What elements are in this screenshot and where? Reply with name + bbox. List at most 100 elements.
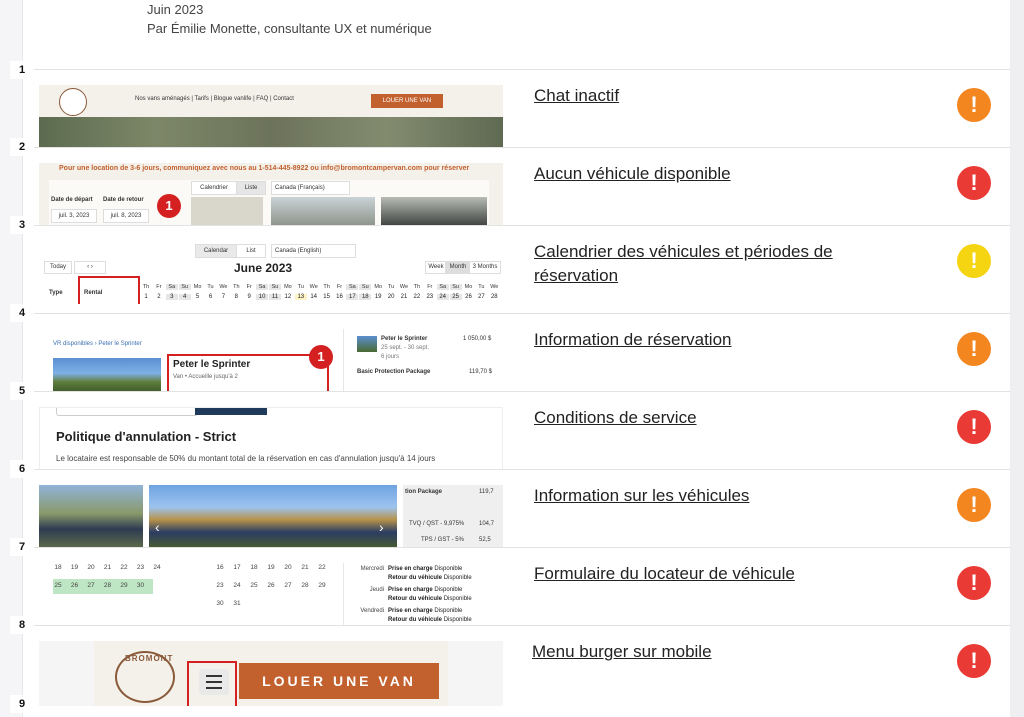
issue-title-link[interactable]: Formulaire du locateur de véhicule bbox=[534, 562, 894, 586]
pickup-status: Prise en charge Disponible bbox=[388, 587, 463, 593]
scrollbar-track[interactable] bbox=[1010, 0, 1024, 717]
step-number: 9 bbox=[10, 695, 34, 713]
screenshot-thumbnail: Calendar List Canada (English) Today ‹ ›… bbox=[39, 241, 503, 304]
step-number: 6 bbox=[10, 460, 34, 478]
issue-title-link[interactable]: Conditions de service bbox=[534, 406, 894, 430]
calendar-day-header: Sa bbox=[256, 284, 269, 290]
error-icon: ! bbox=[957, 410, 991, 444]
mini-calendar: 18 19 20 21 22 23 24 25 26 27 28 29 30 bbox=[51, 563, 181, 603]
calendar-day-header: Tu bbox=[297, 284, 304, 290]
issue-row: Politique d'annulation - Strict Le locat… bbox=[22, 391, 1010, 470]
depart-label: Date de départ bbox=[51, 197, 93, 203]
issue-title-link[interactable]: Chat inactif bbox=[534, 84, 894, 108]
calendar-date: 27 bbox=[87, 582, 95, 589]
calendar-day-header: Fr bbox=[156, 284, 162, 290]
issue-title-link[interactable]: Menu burger sur mobile bbox=[532, 640, 892, 664]
return-label: Date de retour bbox=[103, 197, 144, 203]
issue-title-link[interactable]: Information de réservation bbox=[534, 328, 894, 352]
report-author: Par Émilie Monette, consultante UX et nu… bbox=[147, 21, 432, 36]
logo-icon bbox=[59, 88, 87, 116]
van-photo bbox=[39, 485, 143, 548]
calendar-date: 21 bbox=[103, 564, 112, 571]
step-number: 8 bbox=[10, 616, 34, 634]
prev-next-buttons: ‹ › bbox=[74, 261, 106, 274]
calendar-date: 22 bbox=[318, 564, 326, 571]
calendar-date: 18 bbox=[359, 294, 372, 300]
tps-label: TPS / GST - 5% bbox=[421, 537, 464, 543]
calendar-date: 25 bbox=[449, 294, 462, 300]
package-price: 119,70 $ bbox=[469, 369, 492, 375]
tvq-value: 104,7 bbox=[479, 521, 495, 527]
calendar-date: 19 bbox=[267, 564, 275, 571]
issue-title-link[interactable]: Calendrier des véhicules et périodes de … bbox=[534, 240, 894, 288]
view-3-months: 3 Months bbox=[469, 261, 501, 274]
calendar-date: 27 bbox=[284, 582, 292, 589]
calendar-date: 26 bbox=[267, 582, 275, 589]
van-photo bbox=[191, 197, 263, 226]
calendar-day-header: Mo bbox=[193, 284, 202, 290]
summary-name: Peter le Sprinter bbox=[381, 336, 428, 342]
col-type: Type bbox=[49, 290, 63, 296]
tps-value: 52,5 bbox=[479, 537, 491, 543]
calendar-date: 20 bbox=[387, 294, 395, 300]
calendar-date: 30 bbox=[216, 600, 224, 607]
calendar-date: 22 bbox=[120, 564, 128, 571]
issue-title-link[interactable]: Information sur les véhicules bbox=[534, 484, 894, 508]
calendar-day-header: Tu bbox=[207, 284, 214, 290]
calendar-date: 11 bbox=[269, 294, 281, 300]
calendar-date: 24 bbox=[436, 294, 449, 300]
issue-row: ‹ › tion Package 119,7 TVQ / QST - 9,975… bbox=[22, 469, 1010, 548]
issue-title-link[interactable]: Aucun véhicule disponible bbox=[534, 162, 894, 186]
calendar-date: 6 bbox=[208, 294, 213, 300]
promo-banner: Pour une location de 3-6 jours, communiq… bbox=[59, 165, 470, 172]
calendar-day-header: Sa bbox=[436, 284, 449, 290]
calendar-date: 17 bbox=[346, 294, 359, 300]
van-photo bbox=[381, 197, 487, 226]
calendar-date: 13 bbox=[294, 294, 307, 300]
screenshot-thumbnail: VR disponibles › Peter le Sprinter Peter… bbox=[39, 329, 503, 392]
annotation-marker: 1 bbox=[157, 194, 181, 218]
calendar-date: 16 bbox=[216, 564, 224, 571]
calendar-date: 18 bbox=[54, 564, 62, 571]
calendar-grid: Th 1 Fr 2 Sa 3 Su 4 Mo 5 Tu 6 We 7 Th 8 Fr 9 Sa 10 Su 11 Mo 12 T… bbox=[140, 284, 502, 304]
calendar-date: 28 bbox=[490, 294, 498, 300]
calendar-date: 10 bbox=[256, 294, 269, 300]
nav-links: Nos vans aménagés | Tarifs | Blogue vanl… bbox=[135, 96, 294, 102]
calendar-date: 19 bbox=[70, 564, 79, 571]
return-date: juil. 8, 2023 bbox=[103, 209, 149, 223]
calendar-date: 22 bbox=[413, 294, 421, 300]
chevron-right-icon: › bbox=[379, 519, 384, 535]
annotation-highlight bbox=[78, 276, 140, 304]
calendar-date: 29 bbox=[318, 582, 326, 589]
calendar-day-header: Tu bbox=[478, 284, 485, 290]
calendar-date: 19 bbox=[374, 294, 382, 300]
calendar-day-header: We bbox=[490, 284, 499, 290]
package-label: Basic Protection Package bbox=[357, 369, 431, 375]
annotation-highlight bbox=[167, 354, 329, 392]
chevron-left-icon: ‹ bbox=[155, 519, 160, 535]
rent-van-button: LOUER UNE VAN bbox=[239, 663, 439, 699]
calendar-date: 16 bbox=[336, 294, 343, 300]
step-number: 5 bbox=[10, 382, 34, 400]
calendar-date: 26 bbox=[465, 294, 472, 300]
warning-icon: ! bbox=[957, 244, 991, 278]
calendar-date: 12 bbox=[284, 294, 292, 300]
calendar-day-header: Th bbox=[233, 284, 240, 290]
calendar-date: 31 bbox=[233, 600, 241, 607]
calendar-day-header: Fr bbox=[246, 284, 252, 290]
calendar-date: 21 bbox=[301, 564, 309, 571]
calendar-date: 4 bbox=[178, 294, 191, 300]
submit-button bbox=[195, 408, 267, 415]
month-title: June 2023 bbox=[234, 261, 293, 275]
warning-icon: ! bbox=[957, 332, 991, 366]
calendar-date: 21 bbox=[400, 294, 408, 300]
calendar-day-header: Fr bbox=[336, 284, 343, 290]
calendar-day-header: Sa bbox=[346, 284, 359, 290]
screenshot-thumbnail: Nos vans aménagés | Tarifs | Blogue vanl… bbox=[39, 85, 503, 148]
language-select: Canada (English) bbox=[271, 244, 356, 258]
annotation-marker: 1 bbox=[309, 345, 333, 369]
return-status: Retour du véhicule Disponible bbox=[388, 617, 472, 623]
error-icon: ! bbox=[957, 566, 991, 600]
issue-row: Nos vans aménagés | Tarifs | Blogue vanl… bbox=[22, 69, 1010, 148]
weekday-label: Mercredi bbox=[360, 566, 384, 572]
